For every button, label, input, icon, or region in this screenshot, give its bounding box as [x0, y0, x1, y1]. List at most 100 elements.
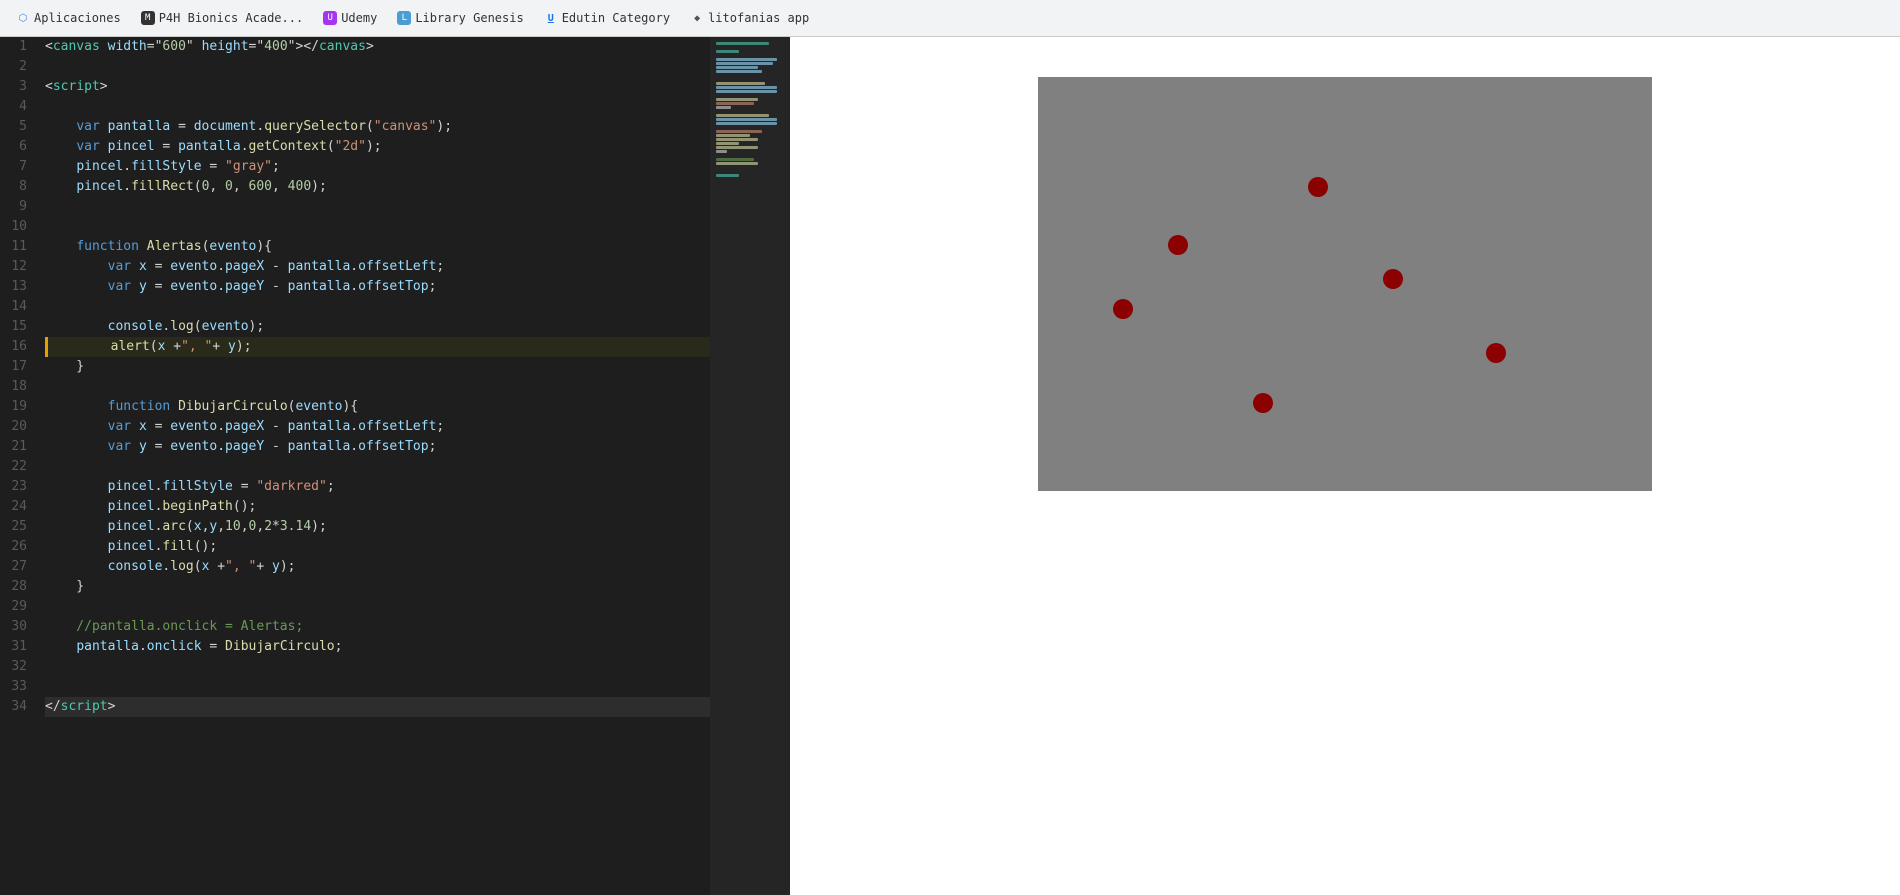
udemy-icon: U [323, 11, 337, 25]
code-line-5: var pantalla = document.querySelector("c… [45, 117, 710, 137]
code-line-21: var y = evento.pageY - pantalla.offsetTo… [45, 437, 710, 457]
dot-3 [1383, 269, 1403, 289]
aplicaciones-icon: ⬡ [16, 11, 30, 25]
code-line-17: } [45, 357, 710, 377]
bookmark-litofanias-label: litofanias app [708, 11, 809, 25]
line-num-6: 6 [0, 137, 35, 157]
p4h-icon: M [141, 11, 155, 25]
code-line-30: //pantalla.onclick = Alertas; [45, 617, 710, 637]
code-line-9 [45, 197, 710, 217]
code-line-6: var pincel = pantalla.getContext("2d"); [45, 137, 710, 157]
line-num-26: 26 [0, 537, 35, 557]
code-line-12: var x = evento.pageX - pantalla.offsetLe… [45, 257, 710, 277]
code-line-19: function DibujarCirculo(evento){ [45, 397, 710, 417]
line-num-21: 21 [0, 437, 35, 457]
code-line-1: <canvas width="600" height="400"></canva… [45, 37, 710, 57]
bookmark-aplicaciones-label: Aplicaciones [34, 11, 121, 25]
bookmark-p4h[interactable]: M P4H Bionics Acade... [133, 5, 312, 31]
line-num-7: 7 [0, 157, 35, 177]
code-line-25: pincel.arc(x,y,10,0,2*3.14); [45, 517, 710, 537]
code-line-2 [45, 57, 710, 77]
dot-6 [1253, 393, 1273, 413]
canvas-preview[interactable] [1038, 77, 1652, 491]
bookmark-p4h-label: P4H Bionics Acade... [159, 11, 304, 25]
code-line-27: console.log(x +", "+ y); [45, 557, 710, 577]
library-genesis-icon: L [397, 11, 411, 25]
browser-toolbar: ⬡ Aplicaciones M P4H Bionics Acade... U … [0, 0, 1900, 37]
line-num-15: 15 [0, 317, 35, 337]
line-numbers: 1 2 3 4 5 6 7 8 9 10 11 12 13 14 15 16 1… [0, 37, 45, 895]
code-line-24: pincel.beginPath(); [45, 497, 710, 517]
code-line-29 [45, 597, 710, 617]
code-line-22 [45, 457, 710, 477]
minimap-content [710, 37, 790, 895]
code-line-33 [45, 677, 710, 697]
line-num-28: 28 [0, 577, 35, 597]
code-line-16: alert(x +", "+ y); [45, 337, 710, 357]
line-num-19: 19 [0, 397, 35, 417]
code-line-10 [45, 217, 710, 237]
line-num-1: 1 [0, 37, 35, 57]
bookmark-udemy-label: Udemy [341, 11, 377, 25]
code-line-8: pincel.fillRect(0, 0, 600, 400); [45, 177, 710, 197]
code-editor: 1 2 3 4 5 6 7 8 9 10 11 12 13 14 15 16 1… [0, 37, 790, 895]
code-line-32 [45, 657, 710, 677]
line-num-34: 34 [0, 697, 35, 717]
bookmark-aplicaciones[interactable]: ⬡ Aplicaciones [8, 5, 129, 31]
dot-4 [1113, 299, 1133, 319]
line-num-25: 25 [0, 517, 35, 537]
litofanias-icon: ◆ [690, 11, 704, 25]
line-num-9: 9 [0, 197, 35, 217]
code-line-15: console.log(evento); [45, 317, 710, 337]
line-num-31: 31 [0, 637, 35, 657]
code-line-13: var y = evento.pageY - pantalla.offsetTo… [45, 277, 710, 297]
line-num-14: 14 [0, 297, 35, 317]
code-line-3: <script> [45, 77, 710, 97]
code-lines: <canvas width="600" height="400"></canva… [45, 37, 710, 895]
code-line-4 [45, 97, 710, 117]
bookmark-edutin[interactable]: U Edutin Category [536, 5, 678, 31]
line-num-20: 20 [0, 417, 35, 437]
line-num-11: 11 [0, 237, 35, 257]
bookmark-library-genesis[interactable]: L Library Genesis [389, 5, 531, 31]
bookmark-udemy[interactable]: U Udemy [315, 5, 385, 31]
bookmarks-bar: ⬡ Aplicaciones M P4H Bionics Acade... U … [8, 5, 817, 31]
line-num-32: 32 [0, 657, 35, 677]
code-line-34: </script> [45, 697, 710, 717]
preview-panel [790, 37, 1900, 895]
line-num-29: 29 [0, 597, 35, 617]
line-num-10: 10 [0, 217, 35, 237]
line-num-2: 2 [0, 57, 35, 77]
line-num-13: 13 [0, 277, 35, 297]
code-line-23: pincel.fillStyle = "darkred"; [45, 477, 710, 497]
edutin-icon: U [544, 11, 558, 25]
line-num-27: 27 [0, 557, 35, 577]
line-num-12: 12 [0, 257, 35, 277]
line-num-22: 22 [0, 457, 35, 477]
line-num-8: 8 [0, 177, 35, 197]
bookmark-edutin-label: Edutin Category [562, 11, 670, 25]
line-num-17: 17 [0, 357, 35, 377]
line-num-23: 23 [0, 477, 35, 497]
code-line-14 [45, 297, 710, 317]
line-num-24: 24 [0, 497, 35, 517]
line-num-18: 18 [0, 377, 35, 397]
bookmark-library-genesis-label: Library Genesis [415, 11, 523, 25]
code-line-11: function Alertas(evento){ [45, 237, 710, 257]
line-num-3: 3 [0, 77, 35, 97]
dot-1 [1308, 177, 1328, 197]
code-line-7: pincel.fillStyle = "gray"; [45, 157, 710, 177]
dot-5 [1486, 343, 1506, 363]
line-num-16: 16 [0, 337, 35, 357]
line-num-30: 30 [0, 617, 35, 637]
bookmark-litofanias[interactable]: ◆ litofanias app [682, 5, 817, 31]
main-content: 1 2 3 4 5 6 7 8 9 10 11 12 13 14 15 16 1… [0, 37, 1900, 895]
line-num-5: 5 [0, 117, 35, 137]
line-num-4: 4 [0, 97, 35, 117]
line-num-33: 33 [0, 677, 35, 697]
code-line-20: var x = evento.pageX - pantalla.offsetLe… [45, 417, 710, 437]
code-line-28: } [45, 577, 710, 597]
code-line-31: pantalla.onclick = DibujarCirculo; [45, 637, 710, 657]
code-line-18 [45, 377, 710, 397]
code-line-26: pincel.fill(); [45, 537, 710, 557]
